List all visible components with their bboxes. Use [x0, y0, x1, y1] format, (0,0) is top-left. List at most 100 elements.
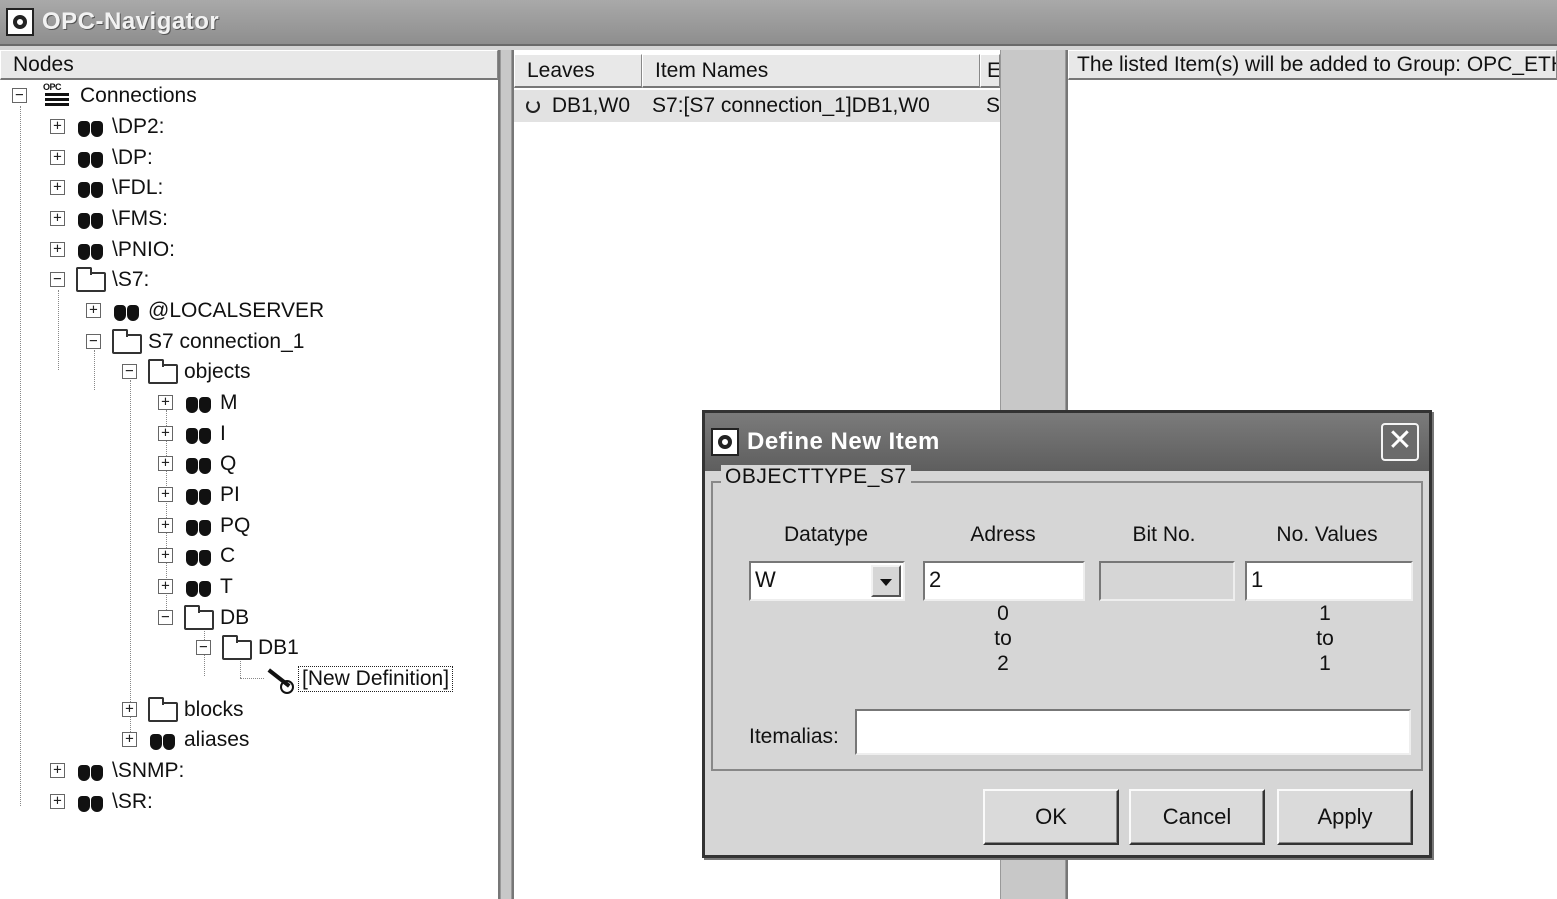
tree-node-label: blocks	[184, 698, 244, 721]
tree-node-fdl[interactable]: + \FDL:	[50, 174, 163, 202]
tree-node-s7[interactable]: − \S7:	[50, 266, 149, 294]
tree-node-label: \SR:	[112, 790, 153, 813]
close-icon[interactable]: ✕	[1381, 423, 1419, 461]
collapse-toggle[interactable]: −	[196, 640, 211, 655]
apply-button[interactable]: Apply	[1277, 789, 1413, 845]
dialog-title: Define New Item	[747, 428, 940, 455]
tree-node-connections[interactable]: − Connections	[12, 82, 197, 110]
leaf-item-name: S7:[S7 connection_1]DB1,W0	[652, 94, 930, 117]
tree-node-pnio[interactable]: + \PNIO:	[50, 236, 175, 264]
expand-toggle[interactable]: +	[122, 732, 137, 747]
binoculars-icon	[76, 146, 106, 170]
tree-node-objects[interactable]: − objects	[122, 358, 251, 386]
extra-column-header[interactable]: E	[980, 54, 1000, 88]
binoculars-icon	[184, 391, 214, 415]
tree-node-aliases[interactable]: + aliases	[122, 726, 249, 754]
tree-node-label: DB	[220, 606, 250, 629]
item-names-column-header[interactable]: Item Names	[642, 54, 980, 88]
binoculars-icon	[184, 575, 214, 599]
ok-button[interactable]: OK	[983, 789, 1119, 845]
expand-toggle[interactable]: +	[50, 763, 65, 778]
define-new-item-dialog[interactable]: Define New Item ✕ OBJECTTYPE_S7 Datatype…	[702, 410, 1432, 858]
collapse-toggle[interactable]: −	[12, 88, 27, 103]
binoculars-icon	[184, 422, 214, 446]
expand-toggle[interactable]: +	[158, 518, 173, 533]
tree-node-q[interactable]: + Q	[158, 450, 236, 478]
tree-node-label: [New Definition]	[298, 666, 454, 692]
expand-toggle[interactable]: +	[158, 456, 173, 471]
expand-toggle[interactable]: +	[50, 242, 65, 257]
tree-node-s7-connection[interactable]: − S7 connection_1	[86, 328, 304, 356]
tree-node-label: Connections	[80, 84, 197, 107]
tree-node-dp[interactable]: + \DP:	[50, 144, 153, 172]
collapse-toggle[interactable]: −	[50, 272, 65, 287]
expand-toggle[interactable]: +	[50, 119, 65, 134]
tree-node-label: \SNMP:	[112, 759, 185, 782]
tree-node-blocks[interactable]: + blocks	[122, 696, 244, 724]
leaves-column-header[interactable]: Leaves	[514, 54, 642, 88]
tree-node-dp2[interactable]: + \DP2:	[50, 113, 165, 141]
tree-node-pq[interactable]: + PQ	[158, 512, 250, 540]
tree-guide-line	[58, 290, 59, 370]
nodes-column-header[interactable]: Nodes	[0, 50, 498, 80]
bit-no-label: Bit No.	[1132, 523, 1196, 546]
tree-node-label: \S7:	[112, 268, 150, 291]
tree-node-label: \DP2:	[112, 115, 165, 138]
folder-icon	[112, 329, 142, 354]
collapse-toggle[interactable]: −	[158, 610, 173, 625]
expand-toggle[interactable]: +	[158, 548, 173, 563]
bit-no-input[interactable]	[1099, 561, 1235, 601]
tree-node-label: M	[220, 391, 238, 414]
itemalias-input[interactable]	[855, 709, 1411, 755]
expand-toggle[interactable]: +	[50, 211, 65, 226]
tree-node-sr[interactable]: + \SR:	[50, 788, 153, 816]
expand-toggle[interactable]: +	[158, 426, 173, 441]
magic-wand-icon	[262, 666, 294, 694]
tree-node-m[interactable]: + M	[158, 389, 238, 417]
tree-node-pi[interactable]: + PI	[158, 481, 240, 509]
tree-node-label: \DP:	[112, 146, 153, 169]
group-items-header[interactable]: The listed Item(s) will be added to Grou…	[1068, 50, 1557, 80]
expand-toggle[interactable]: +	[50, 794, 65, 809]
opc-app-icon	[6, 8, 34, 36]
adress-range: 0 to 2	[973, 601, 1033, 676]
adress-range-max: 2	[997, 652, 1009, 675]
expand-toggle[interactable]: +	[158, 579, 173, 594]
leaf-row[interactable]: DB1,W0 S7:[S7 connection_1]DB1,W0 S	[514, 90, 1000, 122]
no-values-input[interactable]: 1	[1245, 561, 1413, 601]
tree-node-label: @LOCALSERVER	[148, 299, 325, 322]
dialog-titlebar[interactable]: Define New Item ✕	[705, 413, 1429, 471]
expand-toggle[interactable]: +	[122, 702, 137, 717]
binoculars-icon	[76, 790, 106, 814]
tree-node-fms[interactable]: + \FMS:	[50, 205, 168, 233]
expand-toggle[interactable]: +	[50, 180, 65, 195]
tree-node-new-definition[interactable]: [New Definition]	[262, 665, 454, 694]
tree-node-snmp[interactable]: + \SNMP:	[50, 757, 184, 785]
nodes-pane[interactable]: Nodes − Connections + \DP2: + \DP: + \FD…	[0, 50, 500, 899]
collapse-toggle[interactable]: −	[86, 334, 101, 349]
expand-toggle[interactable]: +	[86, 303, 101, 318]
adress-range-to: to	[994, 627, 1012, 650]
tree-node-label: \PNIO:	[112, 238, 176, 261]
adress-input[interactable]: 2	[923, 561, 1085, 601]
datatype-combobox[interactable]: W	[749, 561, 905, 601]
tree-guide-line	[20, 106, 21, 806]
tree-node-localserver[interactable]: + @LOCALSERVER	[86, 297, 324, 325]
expand-toggle[interactable]: +	[158, 487, 173, 502]
tree-node-label: T	[220, 575, 233, 598]
tree-node-c[interactable]: + C	[158, 542, 235, 570]
expand-toggle[interactable]: +	[50, 150, 65, 165]
tree-node-db1[interactable]: − DB1	[196, 634, 299, 662]
tree-node-t[interactable]: + T	[158, 573, 233, 601]
binoculars-icon	[184, 452, 214, 476]
expand-toggle[interactable]: +	[158, 395, 173, 410]
folder-icon	[184, 605, 214, 630]
binoculars-icon	[184, 544, 214, 568]
tree-node-i[interactable]: + I	[158, 420, 226, 448]
cancel-button[interactable]: Cancel	[1129, 789, 1265, 845]
tree-node-db[interactable]: − DB	[158, 604, 249, 632]
tree-node-label: PQ	[220, 514, 251, 537]
pane-splitter[interactable]	[500, 50, 512, 899]
chevron-down-icon[interactable]	[871, 565, 901, 597]
collapse-toggle[interactable]: −	[122, 364, 137, 379]
